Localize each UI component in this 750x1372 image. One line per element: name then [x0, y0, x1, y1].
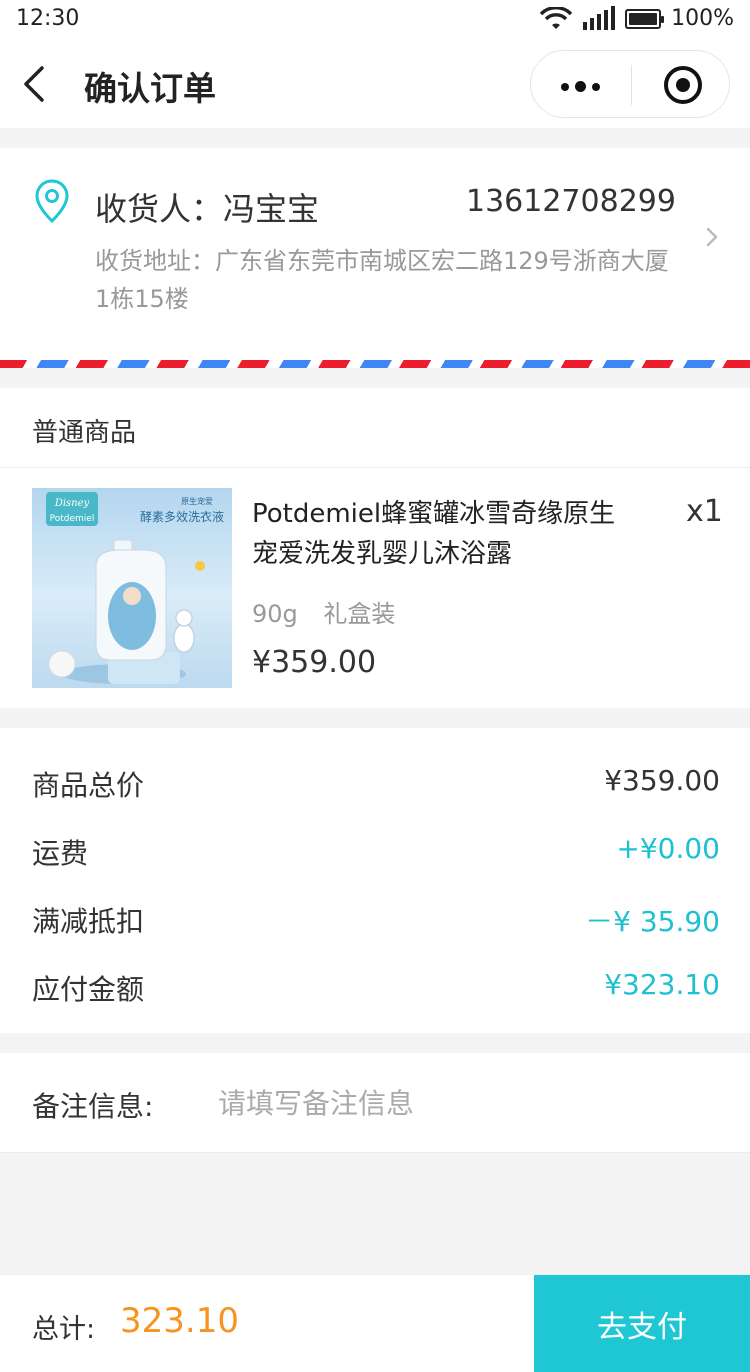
image-brand-potdemiel: Potdemiel	[50, 514, 95, 524]
summary-row-shipping: 运费 +¥0.00	[0, 832, 750, 872]
payable-label: 应付金额	[32, 973, 145, 1006]
subtotal-label: 商品总价	[32, 769, 145, 802]
total-value: 323.10	[120, 1301, 239, 1341]
battery-icon	[625, 8, 665, 29]
summary-row-payable: 应付金额 ¥323.10	[0, 968, 750, 1008]
signal-icon	[583, 5, 616, 30]
product-quantity: x1	[686, 494, 723, 529]
payable-value: ¥323.10	[604, 968, 720, 1001]
product-price: ¥359.00	[252, 645, 377, 680]
more-dots-icon[interactable]	[561, 81, 600, 92]
checkout-bar: 总计: 323.10 去支付	[0, 1274, 750, 1372]
discount-value: －¥ 35.90	[585, 905, 720, 938]
summary-row-subtotal: 商品总价 ¥359.00	[0, 764, 750, 804]
chevron-right-icon	[706, 227, 718, 247]
pay-button[interactable]: 去支付	[534, 1275, 750, 1372]
close-target-icon[interactable]	[664, 66, 702, 104]
receiver-phone: 13612708299	[466, 184, 676, 219]
product-name[interactable]: Potdemiel蜂蜜罐冰雪奇缘原生宠爱洗发乳婴儿沐浴露	[252, 494, 622, 574]
goods-section-header: 普通商品	[0, 388, 750, 468]
status-right: 100%	[539, 5, 734, 31]
image-brand-disney: Disney	[54, 498, 90, 509]
price-summary: 商品总价 ¥359.00 运费 +¥0.00 满减抵扣 －¥ 35.90 应付金…	[0, 728, 750, 1033]
shipping-label: 运费	[32, 837, 89, 870]
remark-section: 备注信息:	[0, 1053, 750, 1153]
mini-program-capsule	[530, 50, 730, 118]
product-image[interactable]: Disney Potdemiel 原生宠爱 酵素多效洗衣液	[32, 488, 232, 688]
wifi-icon	[539, 6, 573, 29]
page-title: 确认订单	[84, 69, 216, 108]
product-photo: Disney Potdemiel 原生宠爱 酵素多效洗衣液	[46, 492, 224, 684]
battery-percent: 100%	[671, 6, 734, 31]
goods-section: 普通商品 Disney Potdemiel 原生宠爱 酵素多效洗衣液 Potde…	[0, 388, 750, 708]
discount-label: 满减抵扣	[32, 905, 145, 938]
receiver-name: 收货人：冯宝宝	[95, 190, 320, 228]
status-bar: 12:30 100%	[0, 0, 750, 40]
location-pin-icon	[35, 179, 69, 224]
remark-label: 备注信息:	[32, 1090, 154, 1123]
status-time: 12:30	[16, 6, 80, 31]
capsule-divider	[631, 65, 632, 105]
image-tagline: 原生宠爱	[181, 496, 213, 506]
address-card[interactable]: 收货人：冯宝宝 13612708299 收货地址：广东省东莞市南城区宏二路129…	[0, 148, 750, 368]
shipping-value: +¥0.00	[616, 832, 720, 865]
image-product-line: 酵素多效洗衣液	[140, 509, 224, 524]
summary-row-discount: 满减抵扣 －¥ 35.90	[0, 900, 750, 940]
remark-input[interactable]	[218, 1081, 718, 1125]
goods-section-title: 普通商品	[32, 418, 137, 448]
nav-bar: 确认订单	[0, 40, 750, 128]
product-spec: 90g 礼盒装	[252, 600, 396, 628]
subtotal-value: ¥359.00	[604, 764, 720, 797]
airmail-stripe	[0, 360, 750, 368]
total-label: 总计:	[32, 1314, 96, 1345]
receiver-address: 收货地址：广东省东莞市南城区宏二路129号浙商大厦1栋15楼	[95, 247, 669, 313]
back-arrow-icon[interactable]	[18, 62, 58, 106]
